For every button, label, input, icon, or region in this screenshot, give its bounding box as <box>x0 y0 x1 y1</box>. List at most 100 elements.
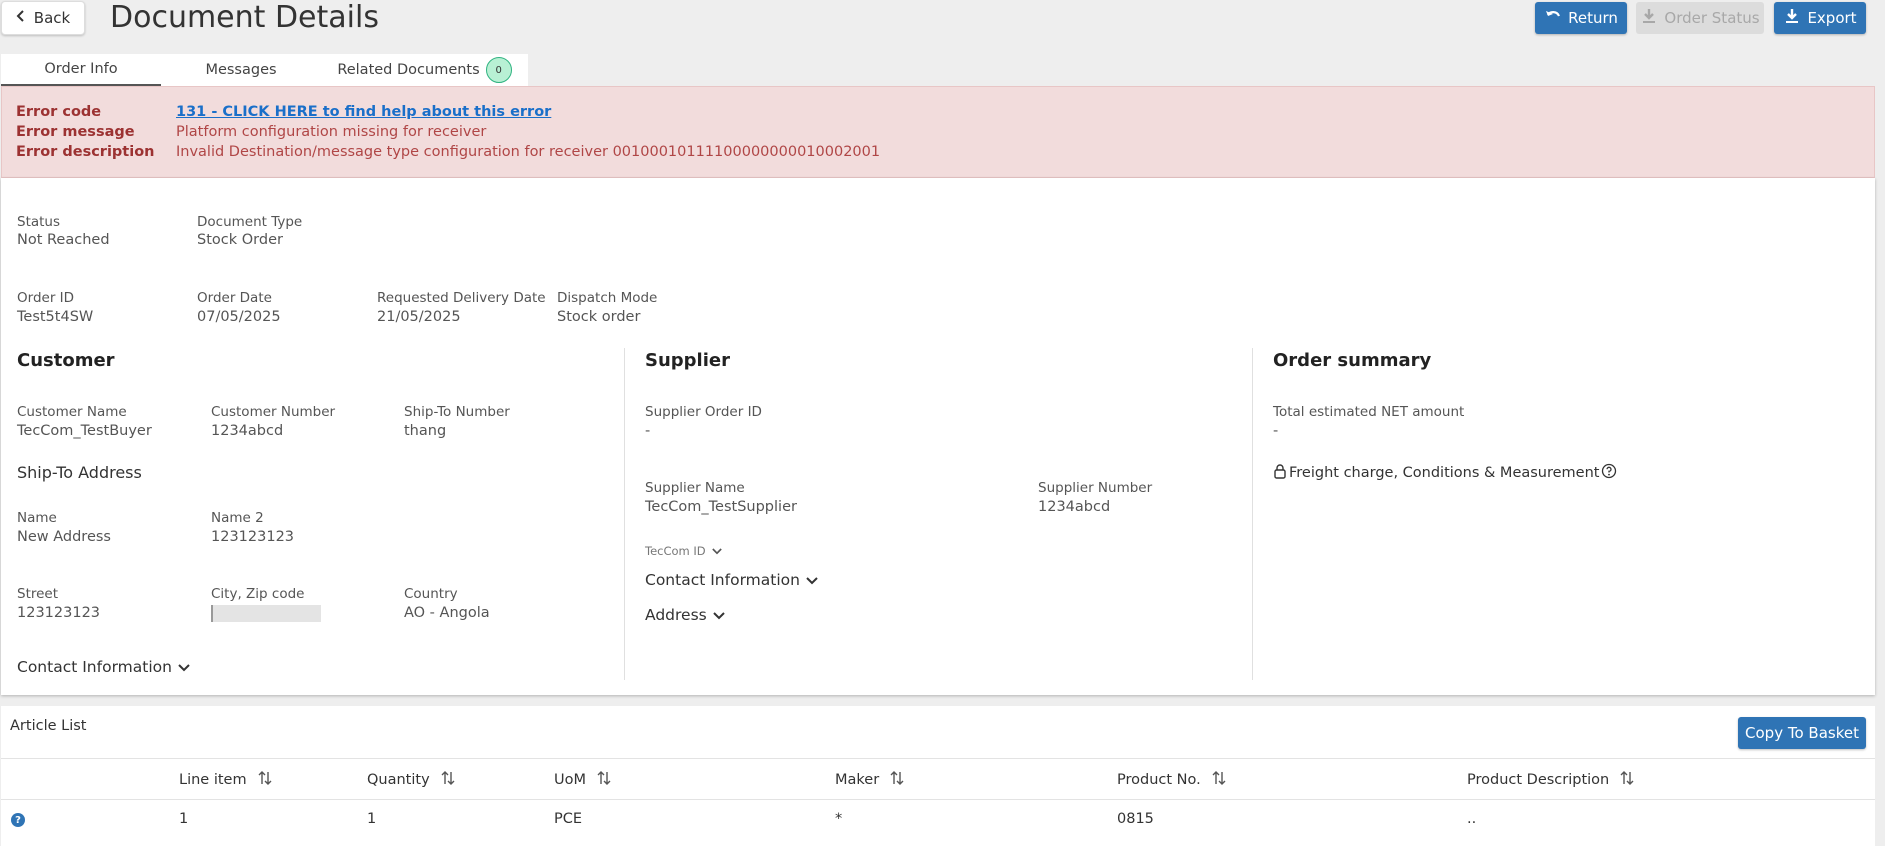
order-summary-title: Order summary <box>1273 350 1432 371</box>
customer-number-value: 1234abcd <box>211 423 284 439</box>
back-button[interactable]: Back <box>1 1 85 35</box>
country-value: AO - Angola <box>404 605 490 621</box>
error-help-link[interactable]: 131 - CLICK HERE to find help about this… <box>176 104 551 120</box>
chevron-left-icon <box>16 9 26 27</box>
supplier-order-id-value: - <box>645 423 651 439</box>
redacted-city-zip <box>211 605 321 622</box>
row-help-icon[interactable]: ? <box>11 813 25 827</box>
article-list-title: Article List <box>10 718 87 734</box>
requested-delivery-label: Requested Delivery Date <box>377 290 546 306</box>
address-name2-value: 123123123 <box>211 529 295 545</box>
supplier-address-expander[interactable]: Address <box>645 606 725 624</box>
supplier-name-label: Supplier Name <box>645 480 745 496</box>
order-status-button[interactable]: Order Status <box>1636 2 1764 34</box>
document-type-value: Stock Order <box>197 232 283 248</box>
customer-name-label: Customer Name <box>17 404 127 420</box>
sort-icon <box>440 770 456 790</box>
column-label: Line item <box>179 772 247 788</box>
order-id-label: Order ID <box>17 290 75 306</box>
country-label: Country <box>404 586 458 602</box>
cell-quantity: 1 <box>367 811 377 827</box>
freight-charge-row[interactable]: Freight charge, Conditions & Measurement <box>1273 463 1617 483</box>
column-label: UoM <box>554 772 586 788</box>
undo-icon <box>1544 7 1562 29</box>
net-amount-label: Total estimated NET amount <box>1273 404 1465 420</box>
error-message-value: Platform configuration missing for recei… <box>176 124 487 140</box>
teccom-id-expander[interactable]: TecCom ID <box>645 544 722 558</box>
column-label: Product No. <box>1117 772 1201 788</box>
cell-uom: PCE <box>554 811 583 827</box>
supplier-contact-expander[interactable]: Contact Information <box>645 571 818 589</box>
download-icon <box>1640 7 1658 29</box>
expander-label: TecCom ID <box>645 544 706 558</box>
error-message-label: Error message <box>16 124 135 140</box>
order-date-value: 07/05/2025 <box>197 309 281 325</box>
customer-section-title: Customer <box>17 350 115 371</box>
document-type-label: Document Type <box>197 214 303 230</box>
tab-label: Related Documents <box>337 62 480 78</box>
ship-to-number-label: Ship-To Number <box>404 404 510 420</box>
chevron-down-icon <box>711 544 722 558</box>
dispatch-mode-label: Dispatch Mode <box>557 290 658 306</box>
column-header-product-no[interactable]: Product No. <box>1117 770 1227 790</box>
tab-messages[interactable]: Messages <box>161 54 321 86</box>
order-id-value: Test5t4SW <box>17 309 94 325</box>
tab-related-documents[interactable]: Related Documents 0 <box>321 54 528 86</box>
page-title: Document Details <box>110 0 379 35</box>
sort-icon <box>889 770 905 790</box>
back-button-label: Back <box>33 9 71 27</box>
copy-to-basket-button[interactable]: Copy To Basket <box>1738 717 1866 749</box>
export-button-label: Export <box>1807 9 1857 27</box>
tab-order-info[interactable]: Order Info <box>1 54 161 86</box>
sort-icon <box>596 770 612 790</box>
export-button[interactable]: Export <box>1774 2 1866 34</box>
requested-delivery-value: 21/05/2025 <box>377 309 461 325</box>
order-date-label: Order Date <box>197 290 272 306</box>
section-divider <box>1252 348 1253 680</box>
address-name2-label: Name 2 <box>211 510 264 526</box>
supplier-order-id-label: Supplier Order ID <box>645 404 762 420</box>
return-button[interactable]: Return <box>1535 2 1627 34</box>
sort-icon <box>257 770 273 790</box>
count-badge: 0 <box>485 57 512 83</box>
supplier-number-value: 1234abcd <box>1038 499 1111 515</box>
column-header-maker[interactable]: Maker <box>835 770 905 790</box>
cell-product-description: .. <box>1467 811 1477 827</box>
customer-number-label: Customer Number <box>211 404 336 420</box>
chevron-down-icon <box>178 658 190 676</box>
status-label: Status <box>17 214 61 230</box>
net-amount-value: - <box>1273 423 1279 439</box>
section-divider <box>624 348 625 680</box>
street-value: 123123123 <box>17 605 101 621</box>
cell-maker: * <box>835 811 843 827</box>
street-label: Street <box>17 586 59 602</box>
return-button-label: Return <box>1568 9 1618 27</box>
status-value: Not Reached <box>17 232 110 248</box>
tab-bar: Order Info Messages Related Documents 0 <box>1 54 528 86</box>
customer-contact-expander[interactable]: Contact Information <box>17 658 190 676</box>
column-header-line-item[interactable]: Line item <box>179 770 273 790</box>
error-description-value: Invalid Destination/message type configu… <box>176 144 881 160</box>
ship-to-number-value: thang <box>404 423 447 439</box>
lock-icon <box>1273 463 1287 483</box>
error-description-label: Error description <box>16 144 155 160</box>
help-circle-icon[interactable] <box>1601 463 1617 483</box>
column-header-quantity[interactable]: Quantity <box>367 770 456 790</box>
chevron-down-icon <box>806 571 818 589</box>
expander-label: Contact Information <box>645 571 800 589</box>
supplier-section-title: Supplier <box>645 350 730 371</box>
chevron-down-icon <box>713 606 725 624</box>
cell-product-no: 0815 <box>1117 811 1154 827</box>
customer-name-value: TecCom_TestBuyer <box>17 423 152 439</box>
download-icon <box>1783 7 1801 29</box>
tab-label: Order Info <box>44 61 118 77</box>
error-code-label: Error code <box>16 104 102 120</box>
sort-icon <box>1211 770 1227 790</box>
supplier-name-value: TecCom_TestSupplier <box>645 499 797 515</box>
dispatch-mode-value: Stock order <box>557 309 641 325</box>
column-header-uom[interactable]: UoM <box>554 770 612 790</box>
order-status-button-label: Order Status <box>1664 9 1760 27</box>
column-header-product-description[interactable]: Product Description <box>1467 770 1635 790</box>
column-label: Quantity <box>367 772 430 788</box>
supplier-number-label: Supplier Number <box>1038 480 1153 496</box>
